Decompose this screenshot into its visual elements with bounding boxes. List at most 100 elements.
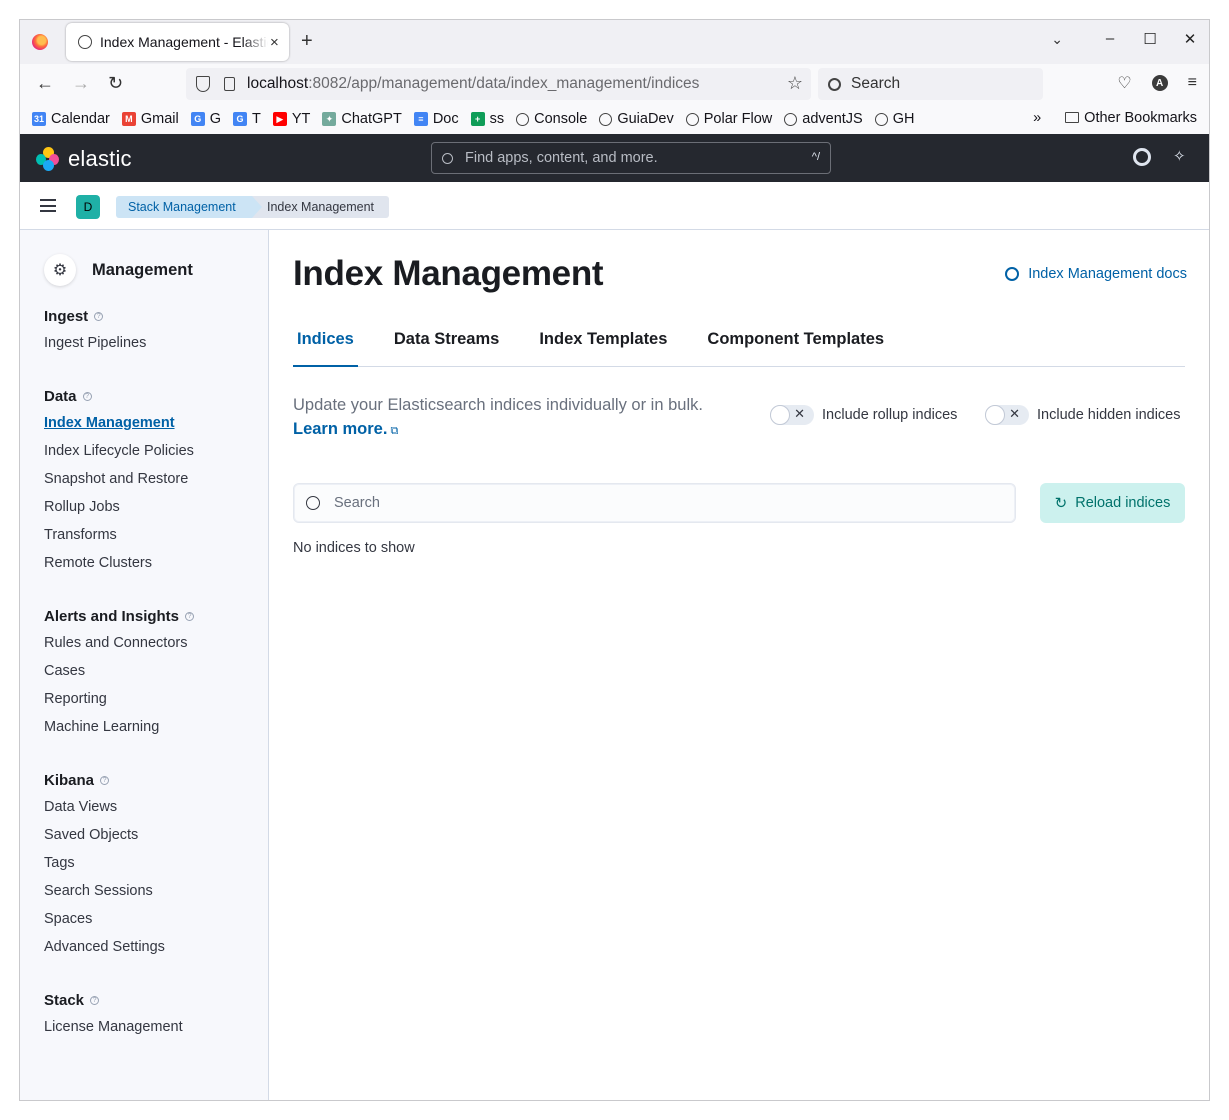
tracking-shield-icon[interactable] xyxy=(196,76,210,92)
bookmark-g[interactable]: GG xyxy=(190,111,221,127)
bookmarks-bar: 31 Calendar M Gmail G G G T ▶ YT ✦ ChatGPT ≡ Doc + ss Co… xyxy=(20,104,1209,134)
bookmark-adventjs[interactable]: adventJS xyxy=(784,111,863,127)
elastic-logo[interactable]: elastic xyxy=(36,146,132,172)
breadcrumb-index-management: Index Management xyxy=(252,196,389,218)
bookmark-gmail[interactable]: M Gmail xyxy=(121,111,179,127)
sidebar-item-index-management[interactable]: Index Management xyxy=(44,414,194,442)
rollup-switch[interactable]: ✕ xyxy=(770,405,814,425)
sidebar-item-license-management[interactable]: License Management xyxy=(44,1018,183,1046)
globe-icon xyxy=(784,112,798,126)
docs-link-label: Index Management docs xyxy=(1028,266,1187,282)
tab-component-templates[interactable]: Component Templates xyxy=(703,330,888,367)
list-tabs-icon[interactable]: ⌄ xyxy=(1051,31,1063,48)
newsfeed-icon[interactable]: ✧ xyxy=(1173,148,1191,166)
firefox-icon[interactable] xyxy=(32,34,48,50)
help-icon[interactable] xyxy=(1133,148,1151,166)
tab-indices[interactable]: Indices xyxy=(293,330,358,367)
off-icon: ✕ xyxy=(1009,406,1020,421)
url-host: localhost xyxy=(247,75,309,92)
sidebar-item-reporting[interactable]: Reporting xyxy=(44,690,194,718)
description-text: Update your Elasticsearch indices indivi… xyxy=(293,396,703,414)
tab-index-templates[interactable]: Index Templates xyxy=(535,330,671,367)
bookmarks-overflow-icon[interactable]: » xyxy=(1033,110,1041,126)
pocket-icon[interactable]: ♡ xyxy=(1117,73,1131,93)
sidebar-item-advanced-settings[interactable]: Advanced Settings xyxy=(44,938,165,966)
sidebar-item-machine-learning[interactable]: Machine Learning xyxy=(44,718,194,746)
browser-tab[interactable]: Index Management - Elastic × xyxy=(66,23,289,61)
bookmark-t[interactable]: GT xyxy=(233,111,261,127)
app-menu-icon[interactable]: ≡ xyxy=(1188,74,1197,92)
bookmark-doc[interactable]: ≡ Doc xyxy=(413,111,459,127)
sidebar-item-remote-clusters[interactable]: Remote Clusters xyxy=(44,554,194,582)
globe-icon xyxy=(599,112,613,126)
bookmark-label: T xyxy=(252,111,261,127)
elastic-logo-icon xyxy=(36,147,60,171)
info-icon[interactable]: ? xyxy=(82,392,92,401)
tab-data-streams[interactable]: Data Streams xyxy=(390,330,503,367)
page-title: Index Management xyxy=(293,254,604,293)
info-icon[interactable]: ? xyxy=(185,612,195,621)
folder-icon xyxy=(1065,112,1080,123)
other-bookmarks[interactable]: Other Bookmarks xyxy=(1065,110,1197,126)
off-icon: ✕ xyxy=(794,406,805,421)
bookmark-star-icon[interactable]: ☆ xyxy=(787,73,803,94)
sheets-icon: + xyxy=(470,112,485,126)
sidebar-group-title: Data? xyxy=(44,388,194,405)
sidebar-item-spaces[interactable]: Spaces xyxy=(44,910,165,938)
bookmark-console[interactable]: Console xyxy=(516,111,587,127)
url-bar[interactable]: localhost:8082/app/management/data/index… xyxy=(186,68,811,100)
sidebar-item-saved-objects[interactable]: Saved Objects xyxy=(44,826,165,854)
indices-search-input[interactable]: Search xyxy=(293,483,1016,523)
hidden-toggle[interactable]: ✕ Include hidden indices xyxy=(985,405,1181,425)
breadcrumb-stack-management[interactable]: Stack Management xyxy=(116,196,266,218)
page-info-icon[interactable] xyxy=(224,77,235,91)
indices-search-placeholder: Search xyxy=(334,495,380,511)
external-link-icon: ⧉ xyxy=(390,425,399,437)
sidebar-item-index-lifecycle-policies[interactable]: Index Lifecycle Policies xyxy=(44,442,194,470)
info-icon[interactable]: ? xyxy=(94,312,104,321)
close-window-icon[interactable]: ✕ xyxy=(1181,30,1199,48)
space-avatar[interactable]: D xyxy=(76,195,100,219)
learn-more-link[interactable]: Learn more. ⧉ xyxy=(293,420,398,438)
account-icon[interactable]: A xyxy=(1151,75,1168,91)
github-icon xyxy=(874,112,888,126)
tab-close-icon[interactable]: × xyxy=(270,34,279,51)
search-icon xyxy=(306,496,320,510)
bookmark-gh[interactable]: GH xyxy=(874,111,914,127)
bookmark-calendar[interactable]: 31 Calendar xyxy=(32,111,110,127)
info-icon[interactable]: ? xyxy=(90,996,100,1005)
bookmark-ss[interactable]: + ss xyxy=(470,111,504,127)
browser-search-input[interactable]: Search xyxy=(818,68,1043,100)
sidebar-item-snapshot-and-restore[interactable]: Snapshot and Restore xyxy=(44,470,194,498)
new-tab-button[interactable]: + xyxy=(301,30,313,53)
minimize-icon[interactable]: – xyxy=(1101,30,1119,48)
menu-icon[interactable] xyxy=(40,199,56,212)
rollup-toggle[interactable]: ✕ Include rollup indices xyxy=(770,405,957,425)
info-icon[interactable]: ? xyxy=(100,776,110,785)
sidebar-item-data-views[interactable]: Data Views xyxy=(44,798,165,826)
kibana-header: elastic Find apps, content, and more. ^/… xyxy=(20,134,1209,182)
global-search-input[interactable]: Find apps, content, and more. ^/ xyxy=(431,142,831,174)
google-icon: G xyxy=(190,112,205,126)
forward-icon[interactable]: → xyxy=(72,73,90,94)
sidebar-title: Management xyxy=(92,260,193,279)
maximize-icon[interactable]: ☐ xyxy=(1141,30,1159,48)
hidden-switch[interactable]: ✕ xyxy=(985,405,1029,425)
bookmark-label: Polar Flow xyxy=(703,111,773,127)
sidebar-item-transforms[interactable]: Transforms xyxy=(44,526,194,554)
back-icon[interactable]: ← xyxy=(36,73,54,94)
bookmark-yt[interactable]: ▶ YT xyxy=(272,111,310,127)
sidebar-item-tags[interactable]: Tags xyxy=(44,854,165,882)
reload-indices-label: Reload indices xyxy=(1075,495,1171,511)
bookmark-polar-flow[interactable]: Polar Flow xyxy=(685,111,773,127)
bookmark-guiadev[interactable]: GuiaDev xyxy=(599,111,674,127)
sidebar-item-rollup-jobs[interactable]: Rollup Jobs xyxy=(44,498,194,526)
reload-indices-button[interactable]: ↻ Reload indices xyxy=(1040,483,1185,523)
sidebar-item-search-sessions[interactable]: Search Sessions xyxy=(44,882,165,910)
docs-link[interactable]: Index Management docs xyxy=(1005,266,1187,282)
sidebar-item-ingest-pipelines[interactable]: Ingest Pipelines xyxy=(44,334,146,362)
sidebar-item-rules-and-connectors[interactable]: Rules and Connectors xyxy=(44,634,194,662)
bookmark-chatgpt[interactable]: ✦ ChatGPT xyxy=(322,111,402,127)
sidebar-item-cases[interactable]: Cases xyxy=(44,662,194,690)
reload-icon[interactable]: ↻ xyxy=(108,73,123,94)
